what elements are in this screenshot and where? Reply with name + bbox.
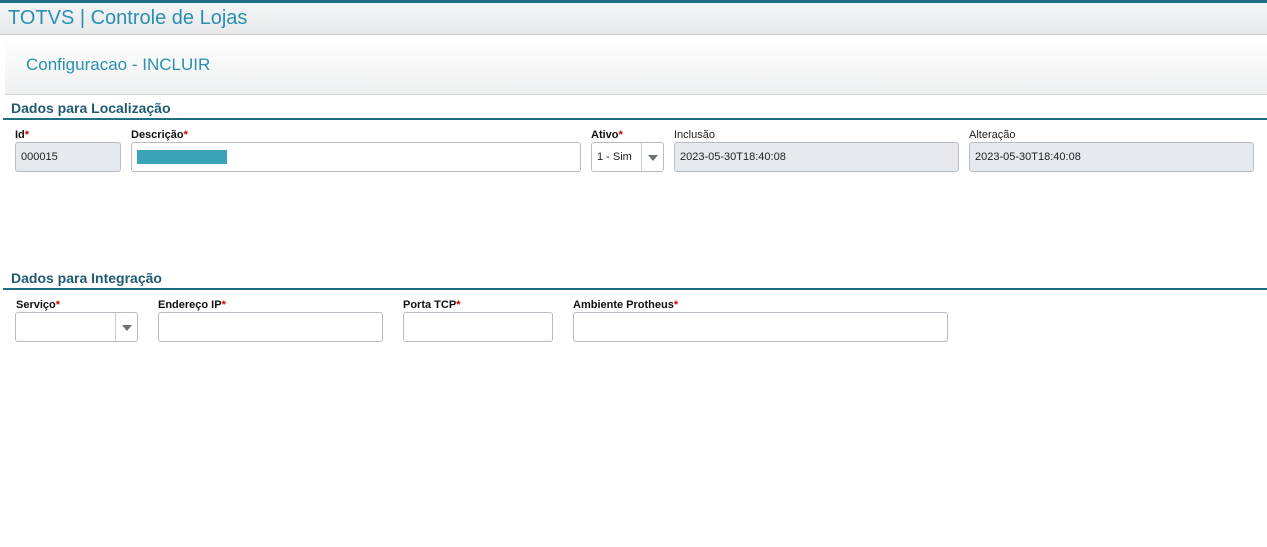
section-divider [3, 118, 1267, 120]
required-marker: * [618, 129, 623, 141]
servico-select[interactable] [15, 312, 138, 342]
ambiente-protheus-input[interactable] [573, 312, 948, 342]
alteracao-field[interactable]: 2023-05-30T18:40:08 [969, 142, 1254, 172]
chevron-down-icon[interactable] [641, 143, 663, 171]
porta-tcp-input[interactable] [403, 312, 553, 342]
section-divider [3, 288, 1267, 290]
app-header: TOTVS | Controle de Lojas [0, 0, 1267, 35]
id-label: Id* [15, 129, 30, 141]
required-marker: * [456, 299, 461, 311]
app-title: TOTVS | Controle de Lojas [8, 7, 248, 29]
chevron-down-icon[interactable] [115, 313, 137, 341]
section-title-localizacao: Dados para Localização [11, 100, 171, 116]
required-marker: * [183, 129, 188, 141]
required-marker: * [55, 299, 61, 311]
required-marker: * [673, 299, 679, 311]
page-title: Configuracao - INCLUIR [26, 55, 211, 74]
servico-label: Serviço* [16, 299, 61, 311]
ativo-selected-value: 1 - Sim [597, 151, 632, 163]
alteracao-label: Alteração [969, 129, 1016, 141]
inclusao-field[interactable]: 2023-05-30T18:40:08 [674, 142, 959, 172]
endereco-ip-label: Endereço IP* [158, 299, 226, 311]
text-selection-highlight [137, 150, 227, 164]
ativo-select[interactable]: 1 - Sim [591, 142, 664, 172]
ambiente-protheus-label: Ambiente Protheus* [573, 299, 679, 311]
page-header: Configuracao - INCLUIR [5, 37, 1267, 95]
inclusao-label: Inclusão [674, 129, 715, 141]
id-field[interactable]: 000015 [15, 142, 121, 172]
porta-tcp-label: Porta TCP* [403, 299, 461, 311]
descricao-label: Descrição* [131, 129, 188, 141]
endereco-ip-input[interactable] [158, 312, 383, 342]
ativo-label: Ativo* [591, 129, 623, 141]
required-marker: * [24, 129, 30, 141]
required-marker: * [221, 299, 226, 311]
section-title-integracao: Dados para Integração [11, 270, 162, 286]
descricao-input[interactable] [131, 142, 581, 172]
